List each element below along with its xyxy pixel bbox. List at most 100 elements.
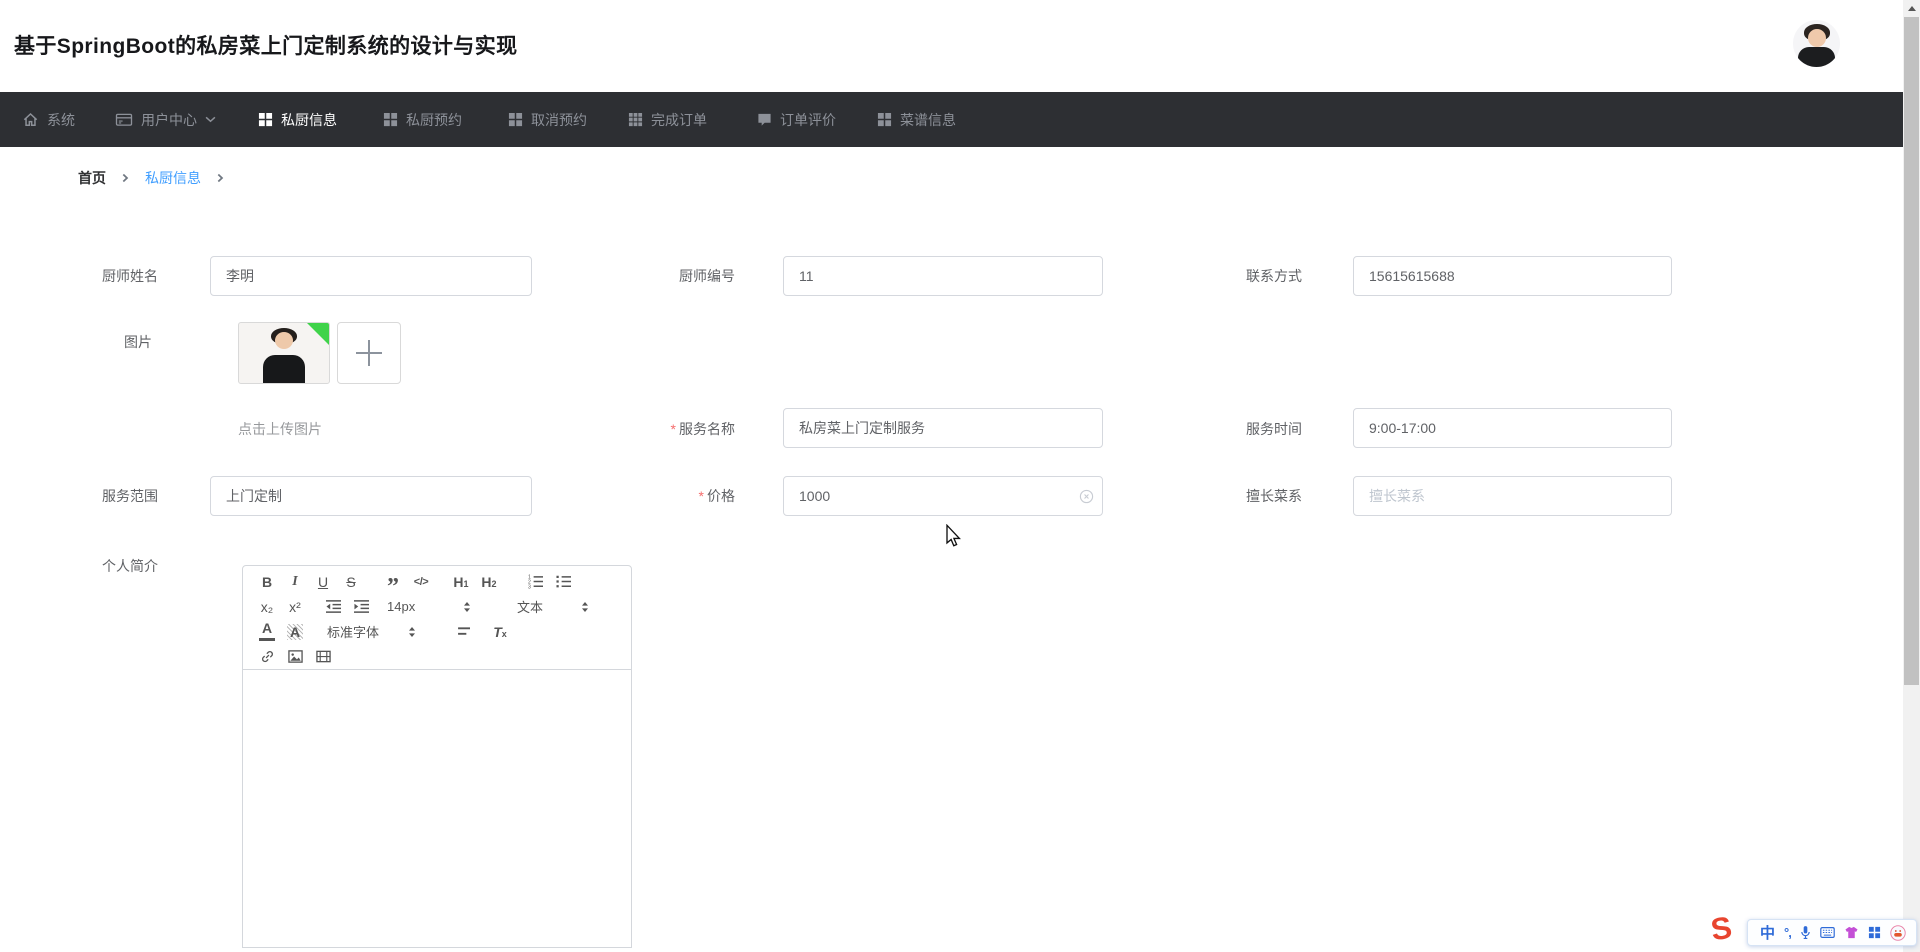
microphone-icon[interactable]	[1800, 925, 1811, 940]
thumb-person-shirt	[263, 355, 305, 383]
indent-icon[interactable]	[347, 599, 375, 614]
nav-item-cancel-booking[interactable]: 取消预约	[508, 92, 587, 147]
underline-button[interactable]: U	[309, 574, 337, 590]
breadcrumb-current-link[interactable]: 私厨信息	[145, 168, 201, 188]
strikethrough-button[interactable]: S	[337, 574, 365, 590]
highlight-color-button[interactable]: A	[281, 623, 309, 640]
editor-toolbar-row-2: x₂ x² 14px 文本	[253, 594, 631, 619]
font-size-value: 14px	[387, 599, 416, 614]
page-title: 基于SpringBoot的私房菜上门定制系统的设计与实现	[14, 35, 518, 58]
text-color-button[interactable]: A	[253, 621, 281, 641]
nav-label: 完成订单	[651, 111, 707, 128]
triangle-up-icon	[1907, 6, 1916, 11]
upload-add-button[interactable]	[337, 322, 401, 384]
nav-item-recipe-info[interactable]: 菜谱信息	[877, 92, 956, 147]
nav-label: 私厨预约	[406, 111, 462, 128]
insert-image-icon[interactable]	[281, 649, 309, 664]
cuisine-input[interactable]	[1353, 476, 1672, 516]
link-icon[interactable]	[253, 649, 281, 664]
toolbox-grid-icon[interactable]	[1868, 926, 1881, 939]
price-input[interactable]	[783, 476, 1103, 516]
grid-icon	[383, 112, 398, 127]
contact-input[interactable]	[1353, 256, 1672, 296]
font-family-picker[interactable]: 标准字体	[319, 622, 424, 641]
nav-item-system[interactable]: 系统	[22, 92, 75, 147]
align-icon[interactable]	[450, 626, 478, 637]
service-name-input[interactable]	[783, 408, 1103, 448]
chevron-down-icon	[205, 116, 216, 123]
editor-toolbar: B I U S ” </> H1 H2 123 x₂ x² 14px 文本 A …	[242, 565, 632, 670]
chef-number-label: 厨师编号	[679, 268, 735, 284]
font-size-picker[interactable]: 14px	[379, 599, 479, 614]
ime-chinese-mode[interactable]: 中	[1760, 922, 1775, 943]
nav-item-order-reviews[interactable]: 订单评价	[757, 92, 836, 147]
heading2-button[interactable]: H2	[475, 574, 503, 590]
breadcrumb-home-link[interactable]: 首页	[78, 168, 106, 188]
grid-icon	[877, 112, 892, 127]
skin-shirt-icon[interactable]	[1844, 926, 1859, 939]
avatar-face	[1808, 29, 1826, 47]
superscript-button[interactable]: x²	[281, 599, 309, 615]
ime-toolbar: 中 °,	[1747, 919, 1917, 946]
bold-button[interactable]: B	[253, 574, 281, 590]
service-scope-input[interactable]	[210, 476, 532, 516]
nav-label: 系统	[47, 111, 75, 128]
thumb-green-corner	[307, 323, 329, 345]
uploaded-image-thumbnail[interactable]	[238, 322, 330, 384]
service-time-input[interactable]	[1353, 408, 1672, 448]
price-label: * 价格	[698, 488, 735, 504]
nav-item-completed-orders[interactable]: 完成订单	[628, 92, 707, 147]
user-avatar[interactable]	[1793, 20, 1840, 67]
chef-number-input[interactable]	[783, 256, 1103, 296]
ime-punctuation-mode[interactable]: °,	[1784, 925, 1792, 940]
nav-item-chef-booking[interactable]: 私厨预约	[383, 92, 462, 147]
sogou-logo-icon[interactable]: S	[1708, 910, 1734, 949]
nav-label: 订单评价	[780, 111, 836, 128]
italic-button[interactable]: I	[281, 574, 309, 590]
nav-item-chef-info[interactable]: 私厨信息	[258, 92, 337, 147]
insert-video-icon[interactable]	[309, 649, 337, 664]
keyboard-icon[interactable]	[1820, 927, 1835, 938]
cuisine-label: 擅长菜系	[1246, 488, 1302, 504]
editor-toolbar-row-3: A A 标准字体 Tx	[253, 619, 631, 644]
nav-item-user-center[interactable]: 用户中心	[115, 92, 216, 147]
blockquote-button[interactable]: ”	[379, 573, 407, 599]
svg-text:3: 3	[528, 585, 531, 589]
breadcrumb: 首页 私厨信息	[78, 168, 224, 188]
subscript-button[interactable]: x₂	[253, 599, 281, 615]
bullet-list-icon[interactable]	[549, 574, 577, 589]
font-family-value: 标准字体	[327, 625, 380, 640]
ordered-list-icon[interactable]: 123	[521, 574, 549, 589]
emoji-smiley-icon[interactable]	[1890, 924, 1906, 941]
grid-icon	[508, 112, 523, 127]
service-name-label: * 服务名称	[670, 421, 735, 437]
service-time-label: 服务时间	[1246, 421, 1302, 437]
page: 基于SpringBoot的私房菜上门定制系统的设计与实现 系统 用户中心 私厨信…	[0, 0, 1920, 952]
scrollbar-thumb[interactable]	[1904, 17, 1919, 685]
image-label: 图片	[124, 334, 152, 350]
contact-label: 联系方式	[1246, 268, 1302, 284]
nav-label: 私厨信息	[281, 111, 337, 128]
plus-icon	[368, 340, 370, 366]
grid-icon	[258, 112, 273, 127]
nav-label: 取消预约	[531, 111, 587, 128]
format-picker[interactable]: 文本	[509, 597, 597, 616]
editor-toolbar-row-4	[253, 644, 631, 669]
editor-toolbar-row-1: B I U S ” </> H1 H2 123	[253, 569, 631, 599]
main-nav: 系统 用户中心 私厨信息 私厨预约 取消预约 完成订单 订单评价 菜谱信息	[0, 92, 1920, 147]
thumb-person-face	[275, 332, 293, 349]
vertical-scrollbar[interactable]	[1903, 0, 1920, 952]
chevron-right-icon	[122, 173, 129, 183]
service-scope-label: 服务范围	[102, 488, 158, 504]
editor-content-area[interactable]	[242, 670, 632, 948]
clear-input-icon[interactable]	[1079, 489, 1094, 504]
intro-label: 个人简介	[102, 558, 158, 574]
chef-name-input[interactable]	[210, 256, 532, 296]
outdent-icon[interactable]	[319, 599, 347, 614]
code-button[interactable]: </>	[407, 576, 435, 588]
heading1-button[interactable]: H1	[447, 574, 475, 590]
clear-format-button[interactable]: Tx	[486, 624, 514, 640]
required-marker: *	[698, 488, 704, 504]
id-card-icon	[115, 112, 133, 127]
scroll-up-button[interactable]	[1903, 0, 1920, 17]
